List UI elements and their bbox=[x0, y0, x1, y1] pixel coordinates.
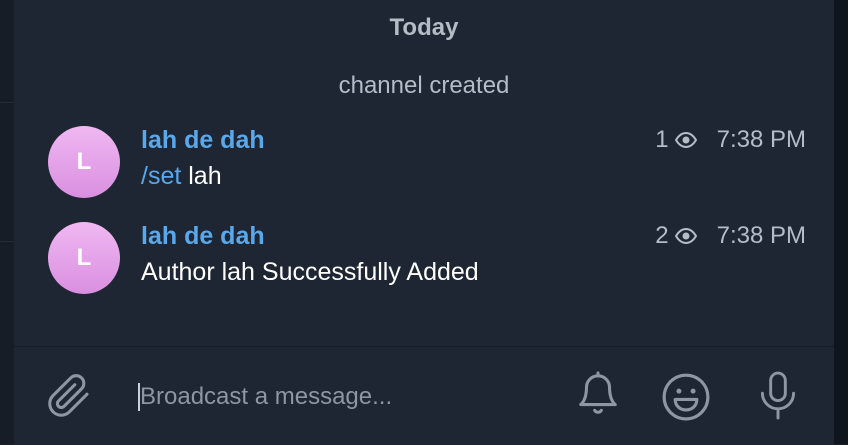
view-count: 2 bbox=[655, 222, 669, 249]
message-item[interactable]: L lah de dah /set lah 1 7:38 PM bbox=[48, 126, 806, 198]
message-item[interactable]: L lah de dah Author lah Successfully Add… bbox=[48, 222, 806, 294]
paperclip-icon[interactable] bbox=[44, 371, 94, 421]
message-text-body: Author lah Successfully Added bbox=[141, 258, 479, 286]
message-text: /set lah bbox=[141, 162, 222, 191]
message-time: 7:38 PM bbox=[716, 126, 806, 153]
window-edge bbox=[833, 0, 848, 444]
message-text: Author lah Successfully Added bbox=[141, 258, 479, 287]
bot-command-link[interactable]: /set bbox=[141, 162, 181, 190]
message-input-area[interactable] bbox=[138, 381, 560, 413]
bell-icon[interactable] bbox=[572, 369, 624, 421]
message-meta: 2 7:38 PM bbox=[655, 222, 806, 250]
avatar[interactable]: L bbox=[48, 222, 120, 294]
view-count: 1 bbox=[655, 126, 669, 153]
message-author[interactable]: lah de dah bbox=[141, 126, 265, 155]
microphone-icon[interactable] bbox=[752, 369, 804, 423]
chat-list-divider bbox=[0, 102, 14, 103]
message-composer bbox=[14, 346, 834, 445]
message-input[interactable] bbox=[140, 381, 560, 413]
message-time: 7:38 PM bbox=[716, 222, 806, 249]
chat-panel: Today channel created L lah de dah /set … bbox=[14, 0, 834, 445]
eye-icon bbox=[674, 228, 697, 244]
chat-list-divider bbox=[0, 241, 14, 242]
avatar[interactable]: L bbox=[48, 126, 120, 198]
message-meta: 1 7:38 PM bbox=[655, 126, 806, 154]
date-separator: Today bbox=[389, 14, 459, 41]
smiley-icon[interactable] bbox=[660, 371, 712, 423]
message-text-body: lah bbox=[181, 162, 222, 190]
message-author[interactable]: lah de dah bbox=[141, 222, 265, 251]
service-message: channel created bbox=[338, 72, 510, 99]
chat-list-edge bbox=[0, 0, 15, 444]
eye-icon bbox=[674, 132, 697, 148]
